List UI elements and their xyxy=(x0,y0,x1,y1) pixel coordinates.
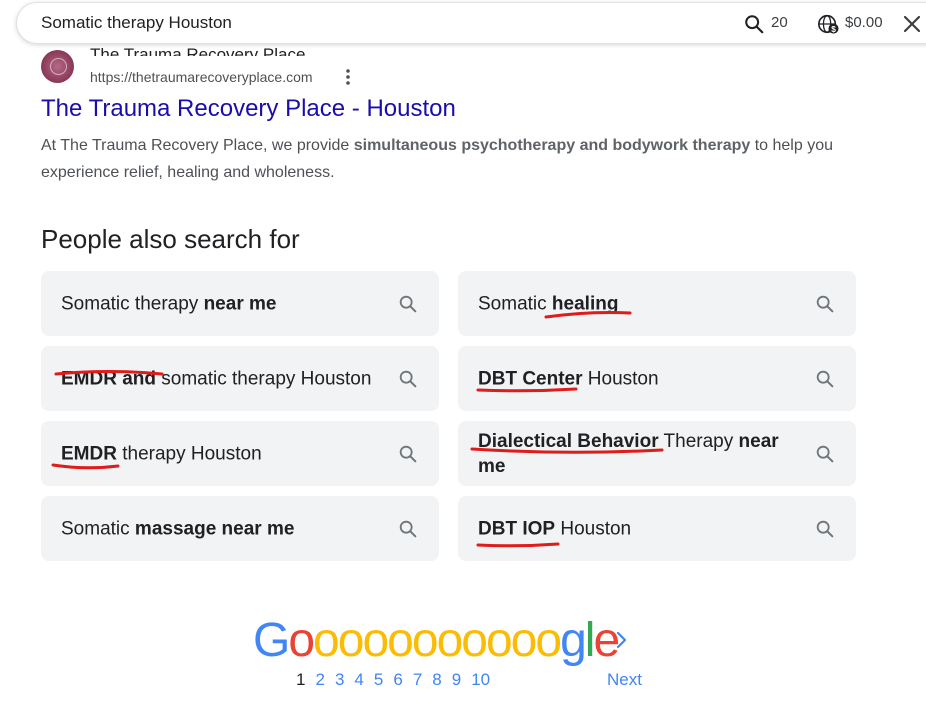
chip-label: Somatic healing xyxy=(478,293,619,314)
related-search-chip[interactable]: Somatic massage near me xyxy=(41,496,439,561)
search-icon xyxy=(399,520,417,538)
logo-letter: o xyxy=(535,614,562,667)
chip-label: DBT IOP Houston xyxy=(478,518,632,539)
svg-text:$: $ xyxy=(831,25,836,34)
page-link[interactable]: 9 xyxy=(452,670,461,690)
search-icon xyxy=(816,520,834,538)
chip-label: Somatic massage near me xyxy=(61,518,295,539)
site-name[interactable]: The Trauma Recovery Place xyxy=(90,38,305,56)
search-icon[interactable] xyxy=(743,13,765,35)
search-icon xyxy=(399,445,417,463)
logo-letter: o xyxy=(510,614,538,667)
chevron-right-icon[interactable] xyxy=(613,628,631,652)
page-link[interactable]: 4 xyxy=(354,670,363,690)
snippet-text: At The Trauma Recovery Place, we provide xyxy=(41,137,354,154)
next-page-link[interactable]: Next xyxy=(607,670,642,690)
logo-letter: o xyxy=(288,614,315,667)
current-page-number: 1 xyxy=(296,670,306,689)
snippet-emphasis: simultaneous psychotherapy and bodywork … xyxy=(353,137,751,154)
chip-label: EMDR and somatic therapy Houston xyxy=(61,368,372,389)
related-search-chip[interactable]: DBT Center Houston xyxy=(458,346,856,411)
logo-letter: o xyxy=(362,614,389,667)
logo-letter: o xyxy=(313,614,340,667)
related-search-chip[interactable]: Somatic healing xyxy=(458,271,856,336)
logo-letter: o xyxy=(485,614,513,667)
result-count: 20 xyxy=(771,14,788,31)
people-also-search-heading: People also search for xyxy=(41,224,300,254)
google-logo: Gooooooooooogle xyxy=(253,614,620,667)
related-search-chip[interactable]: EMDR therapy Houston xyxy=(41,421,439,486)
kebab-menu-icon[interactable] xyxy=(342,68,354,86)
page-link[interactable]: 5 xyxy=(374,670,383,690)
result-title-link[interactable]: The Trauma Recovery Place - Houston xyxy=(41,95,456,123)
chip-label: EMDR therapy Houston xyxy=(61,443,262,464)
logo-letter: o xyxy=(436,614,464,667)
result-snippet: At The Trauma Recovery Place, we provide… xyxy=(41,132,861,186)
logo-letter: o xyxy=(337,614,365,667)
chip-label: DBT Center Houston xyxy=(478,368,659,389)
search-icon xyxy=(399,370,417,388)
related-search-chip[interactable]: Somatic therapy near me xyxy=(41,271,439,336)
close-icon[interactable] xyxy=(902,14,922,34)
page-link[interactable]: 6 xyxy=(393,670,402,690)
related-search-chip[interactable]: EMDR and somatic therapy Houston xyxy=(41,346,439,411)
cost-display: $0.00 xyxy=(845,14,883,31)
globe-dollar-icon: $ xyxy=(818,14,839,34)
site-url[interactable]: https://thetraumarecoveryplace.com xyxy=(90,69,313,85)
logo-letter: o xyxy=(461,614,488,667)
page-numbers: 1 2 3 4 5 6 7 8 9 10 xyxy=(296,670,500,690)
chip-label: Dialectical Behavior Therapy near me xyxy=(478,430,779,477)
logo-letter: o xyxy=(411,614,439,667)
page-link[interactable]: 7 xyxy=(413,670,422,690)
page-link[interactable]: 3 xyxy=(335,670,344,690)
search-icon xyxy=(816,445,834,463)
search-icon xyxy=(816,370,834,388)
logo-letter: o xyxy=(387,614,414,667)
page-link[interactable]: 2 xyxy=(315,670,324,690)
logo-letter: g xyxy=(560,614,587,667)
favicon-emblem xyxy=(50,58,67,75)
search-input[interactable] xyxy=(41,11,721,35)
search-icon xyxy=(399,295,417,313)
chip-label: Somatic therapy near me xyxy=(61,293,277,314)
related-search-chip[interactable]: DBT IOP Houston xyxy=(458,496,856,561)
logo-letter: G xyxy=(253,614,290,667)
page-link[interactable]: 8 xyxy=(432,670,441,690)
page-link[interactable]: 10 xyxy=(471,670,490,690)
related-search-chip[interactable]: Dialectical Behavior Therapy near me xyxy=(458,421,856,486)
search-icon xyxy=(816,295,834,313)
